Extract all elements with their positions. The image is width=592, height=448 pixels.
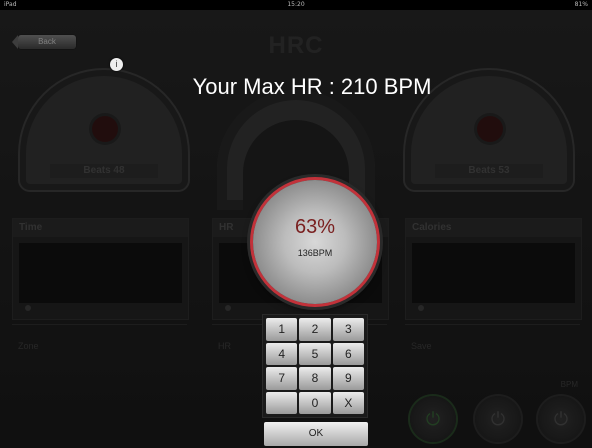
ok-button[interactable]: OK [264,422,368,446]
keypad-key[interactable]: 9 [332,367,364,390]
heart-rate-dial: 63% 136BPM [253,180,377,304]
dial-percent: 63% [294,216,336,238]
battery-label: 81% [574,1,588,8]
info-icon[interactable]: i [110,58,123,71]
max-hr-text: Your Max HR : 210 BPM [192,74,432,99]
keypad-key[interactable]: 7 [266,367,298,390]
keypad-key[interactable]: 6 [332,342,364,365]
keypad-key[interactable]: 5 [299,342,331,365]
keypad-key[interactable]: 8 [299,367,331,390]
dial-bpm: 136BPM [297,248,333,258]
keypad-key[interactable]: 1 [266,318,298,341]
keypad-blank-key [266,391,298,414]
status-bar: iPad 15:20 81% [0,0,592,10]
keypad-delete-key[interactable]: X [332,391,364,414]
keypad-key[interactable]: 0 [299,391,331,414]
keypad-key[interactable]: 2 [299,318,331,341]
keypad-key[interactable]: 4 [266,342,298,365]
status-time: 15:20 [287,1,305,8]
keypad-key[interactable]: 3 [332,318,364,341]
number-keypad: 123 456 7890X [262,314,368,418]
